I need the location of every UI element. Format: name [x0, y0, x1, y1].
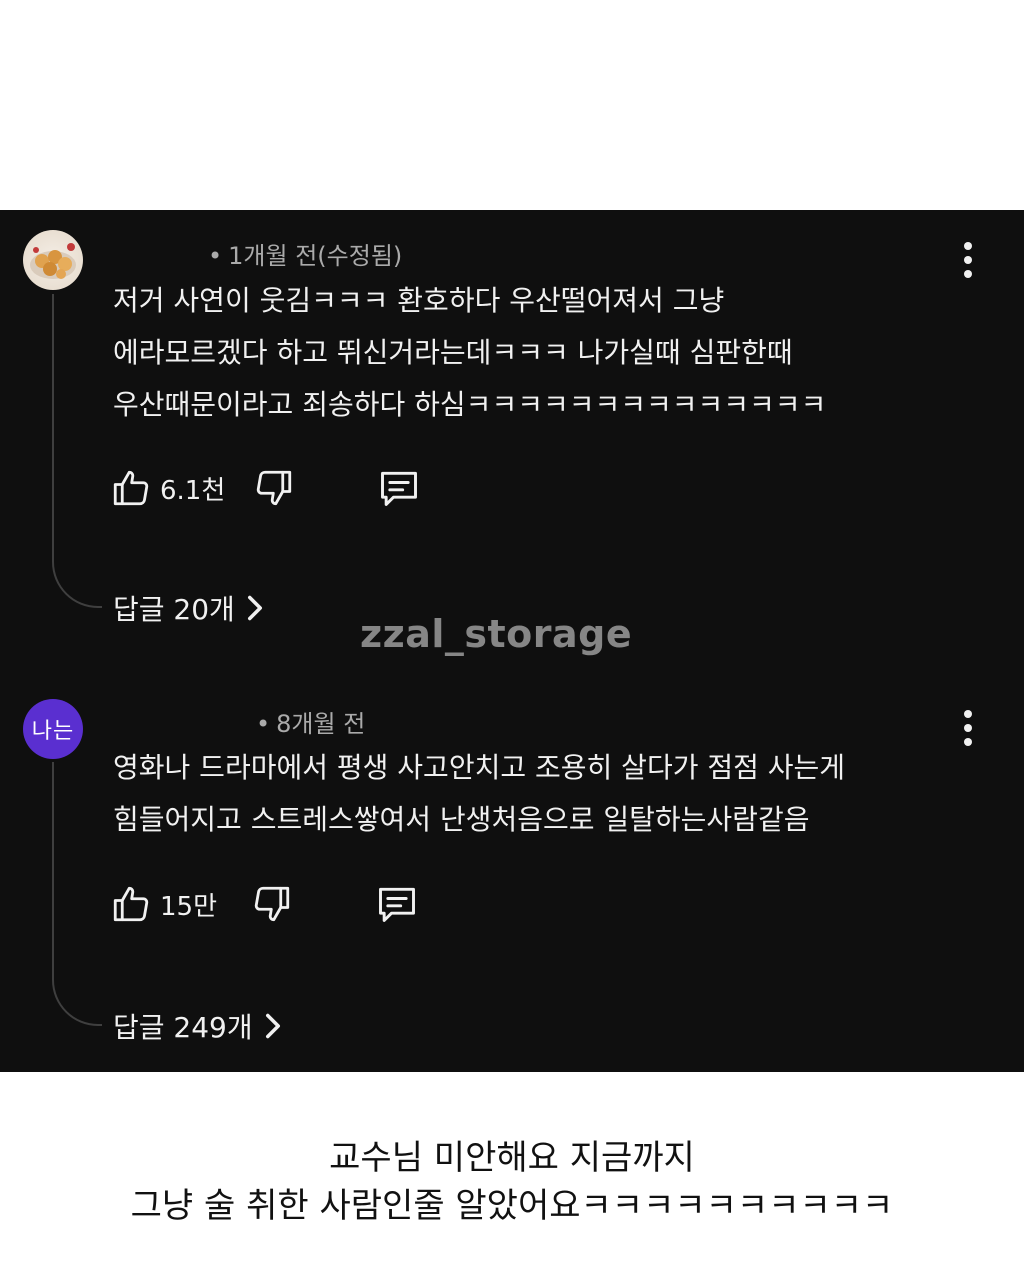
- comment-line: 우산때문이라고 죄송하다 하심ㅋㅋㅋㅋㅋㅋㅋㅋㅋㅋㅋㅋㅋㅋ: [113, 388, 827, 421]
- like-button[interactable]: 6.1천: [110, 467, 225, 509]
- thumb-down-icon: [254, 886, 290, 922]
- comment-line: 에라모르겠다 하고 뛰신거라는데ㅋㅋㅋ 나가실때 심판한때: [113, 336, 793, 369]
- comments-panel: • 1개월 전(수정됨) 저거 사연이 웃김ㅋㅋㅋ 환호하다 우산떨어져서 그냥 …: [0, 210, 1024, 1072]
- avatar[interactable]: 나는: [23, 699, 83, 759]
- thumb-down-icon: [257, 470, 292, 506]
- reply-button[interactable]: [375, 882, 419, 926]
- comment-meta: • 8개월 전: [256, 710, 366, 738]
- thumb-up-icon: [113, 470, 149, 506]
- comment-text: 저거 사연이 웃김ㅋㅋㅋ 환호하다 우산떨어져서 그냥 에라모르겠다 하고 뛰신…: [113, 275, 826, 431]
- like-button[interactable]: 15만: [110, 883, 217, 925]
- chevron-right-icon: [247, 595, 262, 621]
- more-vert-icon[interactable]: [958, 710, 978, 746]
- comment-line: 힘들어지고 스트레스쌓여서 난생처음으로 일탈하는사람같음: [113, 803, 810, 836]
- thread-line: [52, 762, 102, 1026]
- like-count: 15만: [160, 891, 218, 922]
- more-vert-icon[interactable]: [958, 242, 978, 278]
- reply-button[interactable]: [377, 466, 421, 510]
- replies-label: 답글 249개: [113, 1011, 253, 1044]
- comment-actions: 15만: [110, 882, 419, 926]
- caption-line: 교수님 미안해요 지금까지: [329, 1138, 695, 1178]
- replies-link[interactable]: 답글 249개: [113, 1006, 283, 1046]
- dislike-button[interactable]: [253, 467, 295, 509]
- comment-text: 영화나 드라마에서 평생 사고안치고 조용히 살다가 점점 사는게 힘들어지고 …: [113, 742, 845, 846]
- replies-link[interactable]: 답글 20개: [113, 588, 265, 628]
- comment-line: 저거 사연이 웃김ㅋㅋㅋ 환호하다 우산떨어져서 그냥: [113, 284, 725, 317]
- comment-line: 영화나 드라마에서 평생 사고안치고 조용히 살다가 점점 사는게: [113, 751, 846, 784]
- caption-line: 그냥 술 취한 사람인줄 알았어요ㅋㅋㅋㅋㅋㅋㅋㅋㅋㅋ: [130, 1186, 894, 1226]
- thumb-up-icon: [113, 886, 149, 922]
- avatar[interactable]: [23, 230, 83, 290]
- comment-actions: 6.1천: [110, 466, 421, 510]
- chevron-right-icon: [265, 1013, 280, 1039]
- comment-time: 8개월 전: [276, 710, 366, 738]
- comment-meta: • 1개월 전(수정됨): [208, 242, 403, 270]
- reply-comment-icon: [379, 887, 415, 922]
- watermark: zzal_storage: [360, 612, 633, 656]
- like-count: 6.1천: [160, 475, 226, 506]
- avatar-initials: 나는: [31, 719, 75, 744]
- dislike-button[interactable]: [251, 883, 293, 925]
- thread-line: [52, 294, 102, 608]
- reply-comment-icon: [381, 471, 418, 506]
- food-photo-avatar-image: [30, 243, 76, 279]
- comment-time: 1개월 전(수정됨): [228, 242, 403, 270]
- caption: 교수님 미안해요 지금까지 그냥 술 취한 사람인줄 알았어요ㅋㅋㅋㅋㅋㅋㅋㅋㅋ…: [0, 1134, 1024, 1230]
- replies-label: 답글 20개: [113, 593, 235, 626]
